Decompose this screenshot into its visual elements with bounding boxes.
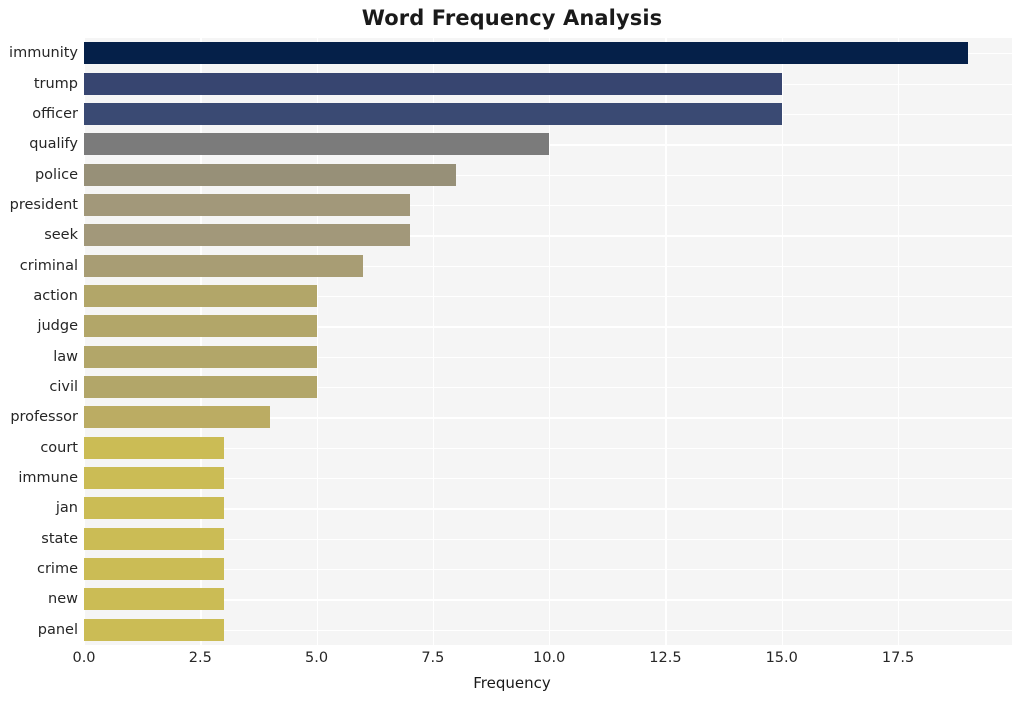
bar [84, 527, 224, 550]
x-tick-label: 7.5 [421, 650, 445, 666]
chart-figure: Word Frequency Analysis immunity trump off… [0, 0, 1024, 701]
gridline-vertical [200, 38, 202, 645]
gridline-vertical [549, 38, 551, 645]
bar [84, 284, 317, 307]
y-tick-label: court [40, 439, 78, 456]
x-tick-label: 15.0 [765, 650, 798, 666]
y-tick-label: criminal [19, 257, 78, 274]
bar [84, 224, 410, 247]
y-tick-label: president [9, 196, 78, 213]
y-tick-label: action [33, 287, 78, 304]
gridline-vertical [84, 38, 86, 645]
bar [84, 345, 317, 368]
x-tick-label: 10.0 [533, 650, 566, 666]
y-tick-label: law [53, 348, 78, 365]
y-tick-label: judge [37, 318, 78, 335]
gridline-vertical [781, 38, 784, 645]
bar [84, 618, 224, 641]
y-tick-label: trump [33, 75, 78, 92]
bar [84, 193, 410, 216]
y-tick-label: qualify [29, 136, 78, 153]
gridline-vertical [316, 38, 318, 645]
x-axis-title: Frequency [473, 674, 551, 692]
y-tick-label: panel [37, 621, 78, 638]
y-tick-label: officer [32, 105, 78, 122]
x-tick-label: 5.0 [305, 650, 329, 666]
bar [84, 376, 317, 399]
y-tick-label: police [34, 166, 78, 183]
bar [84, 72, 782, 95]
bar [84, 406, 271, 429]
bar [84, 588, 224, 611]
bar [84, 133, 550, 156]
y-tick-label: new [48, 591, 78, 608]
x-tick-label: 0.0 [72, 650, 96, 666]
x-tick-label: 17.5 [881, 650, 915, 666]
bar [84, 467, 224, 490]
x-axis-tick-labels: 0.0 2.5 5.0 7.5 10.0 12.5 15.0 17.5 [0, 650, 1024, 672]
y-axis-tick-labels: immunity trump officer qualify police preside… [0, 38, 78, 645]
gridline-vertical [898, 38, 900, 645]
y-tick-label: civil [49, 379, 78, 396]
bar [84, 436, 224, 459]
y-tick-label: professor [10, 409, 78, 426]
y-tick-label: immunity [9, 45, 78, 62]
y-tick-label: crime [36, 561, 78, 578]
gridline-vertical [432, 38, 435, 645]
bar [84, 102, 782, 125]
bar [84, 254, 364, 277]
plot-area [84, 38, 1012, 645]
y-tick-label: jan [55, 500, 78, 517]
bar [84, 315, 317, 338]
bar [84, 558, 224, 581]
bar [84, 163, 457, 186]
chart-title: Word Frequency Analysis [361, 6, 663, 30]
x-tick-label: 2.5 [188, 650, 212, 666]
y-tick-label: state [41, 530, 78, 547]
y-tick-label: immune [18, 470, 78, 487]
bar [84, 497, 224, 520]
bar [84, 42, 968, 65]
y-tick-label: seek [44, 227, 78, 244]
gridline-vertical [665, 38, 667, 645]
x-tick-label: 12.5 [649, 650, 682, 666]
